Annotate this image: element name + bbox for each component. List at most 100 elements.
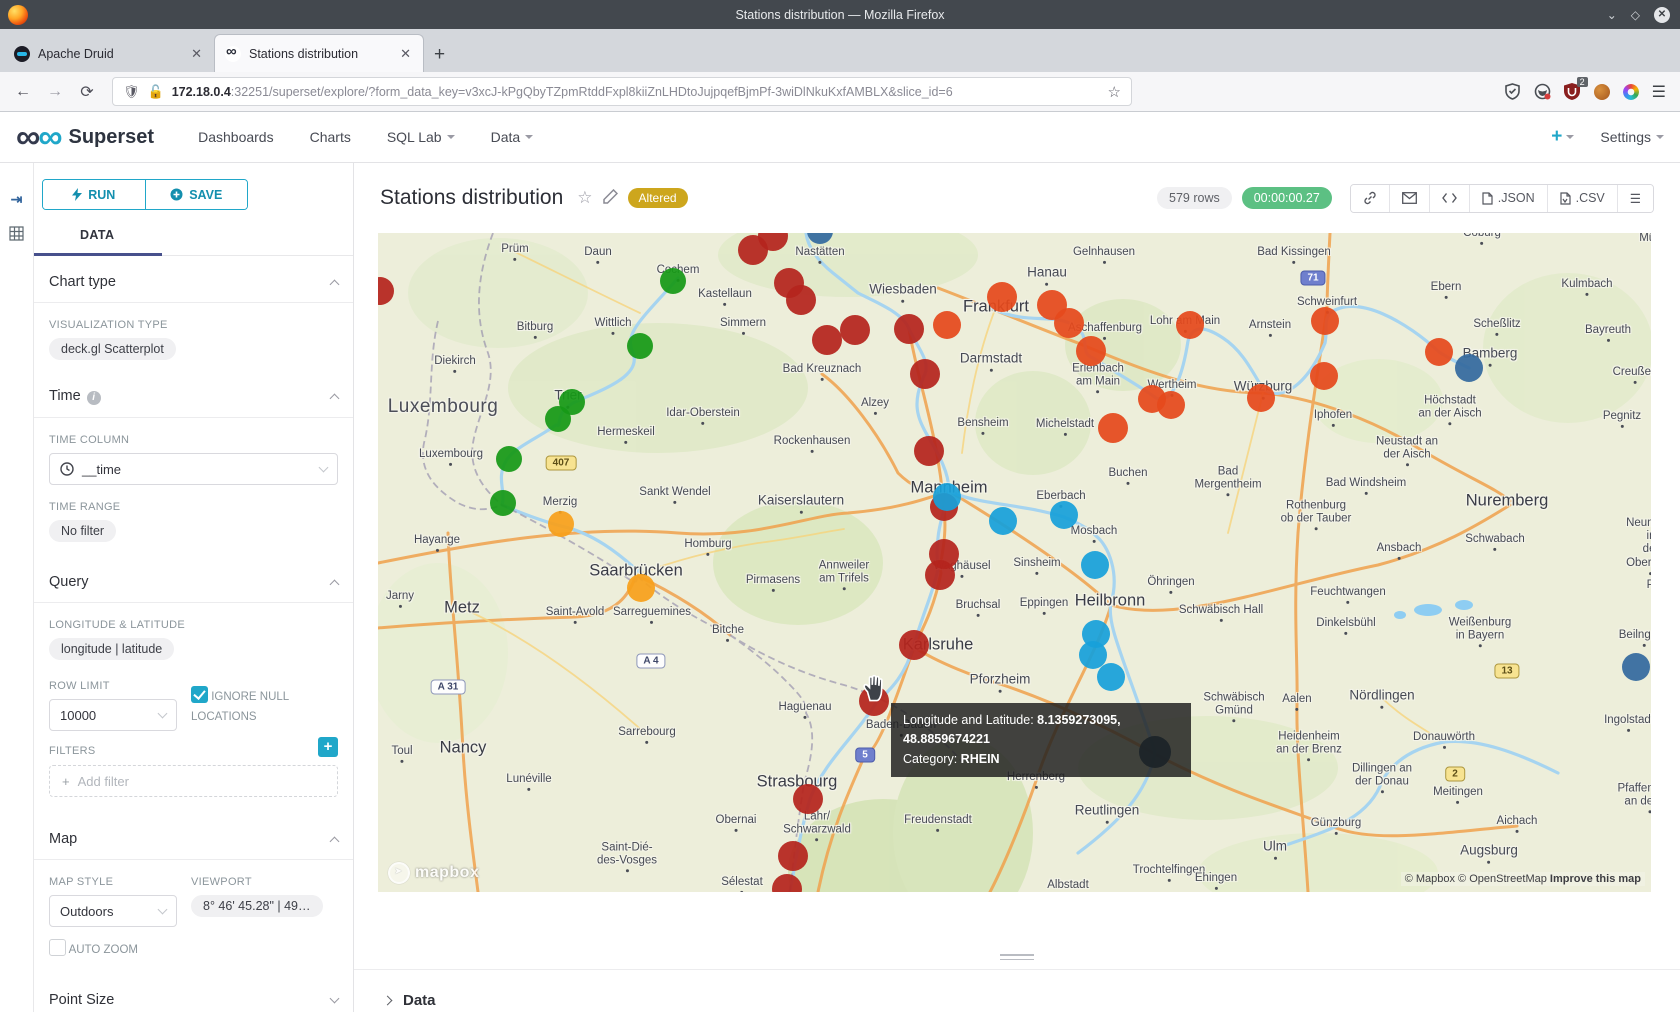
station-point-green[interactable] [660, 268, 686, 294]
extension-pinwheel-icon[interactable] [1623, 84, 1639, 100]
station-point-blue[interactable] [933, 483, 961, 511]
section-point-size[interactable]: Point Size [49, 974, 338, 1012]
row-limit-select[interactable]: 10000 [49, 699, 177, 731]
add-filter-box[interactable]: + Add filter [49, 765, 338, 797]
station-point-orangered[interactable] [933, 311, 961, 339]
section-query[interactable]: Query [49, 556, 338, 602]
station-point-blue[interactable] [1081, 551, 1109, 579]
nav-sql-lab[interactable]: SQL Lab [387, 129, 455, 145]
email-button[interactable] [1389, 185, 1429, 212]
more-options-button[interactable]: ☰ [1617, 185, 1653, 212]
ignore-null-checkbox[interactable] [191, 686, 208, 703]
lonlat-value[interactable]: longitude | latitude [49, 638, 174, 660]
station-point-crimson[interactable] [793, 784, 823, 814]
nav-dashboards[interactable]: Dashboards [198, 129, 274, 145]
tab-close-icon[interactable]: ✕ [398, 46, 413, 62]
ublock-icon[interactable]: 2 [1564, 83, 1581, 100]
lock-insecure-icon[interactable]: 🔓 [148, 84, 164, 100]
export-json-button[interactable]: .JSON [1469, 185, 1547, 212]
add-filter-plus-button[interactable]: + [318, 737, 338, 757]
viewport-value[interactable]: 8° 46' 45.28" | 49… [191, 895, 323, 917]
nav-data[interactable]: Data [491, 129, 534, 145]
deckgl-map[interactable]: PrümDaunCochemKastellaunBitburgWittlichS… [378, 233, 1651, 892]
bookmark-star-icon[interactable]: ☆ [1108, 83, 1121, 101]
save-button[interactable]: SAVE [145, 180, 248, 209]
station-point-orangered[interactable] [1311, 307, 1339, 335]
station-point-crimson[interactable] [778, 841, 808, 871]
dataset-grid-icon[interactable] [9, 226, 24, 244]
station-point-crimson[interactable] [894, 314, 924, 344]
improve-map-link[interactable]: Improve this map [1550, 873, 1641, 885]
station-point-steel[interactable] [1622, 653, 1650, 681]
auto-zoom-checkbox[interactable] [49, 939, 66, 956]
station-point-crimson[interactable] [925, 560, 955, 590]
altered-badge[interactable]: Altered [628, 188, 688, 208]
embed-code-button[interactable] [1429, 185, 1469, 212]
tab-stations-distribution[interactable]: Stations distribution ✕ [214, 34, 424, 72]
station-point-crimson[interactable] [786, 285, 816, 315]
privacy-mask-icon[interactable] [1534, 83, 1551, 100]
map-style-select[interactable]: Outdoors [49, 895, 177, 927]
station-point-green[interactable] [490, 490, 516, 516]
station-point-green[interactable] [496, 446, 522, 472]
cookie-icon[interactable] [1594, 84, 1610, 100]
station-point-orangered[interactable] [1247, 384, 1275, 412]
station-point-orange[interactable] [627, 574, 655, 602]
station-point-orangered[interactable] [987, 282, 1017, 312]
station-point-orangered[interactable] [1076, 336, 1106, 366]
station-point-orangered[interactable] [1176, 311, 1204, 339]
forward-button[interactable]: → [42, 83, 68, 101]
station-point-green[interactable] [545, 406, 571, 432]
section-chart-type[interactable]: Chart type [49, 256, 338, 302]
reload-button[interactable]: ⟳ [74, 82, 100, 102]
station-point-orangered[interactable] [1310, 362, 1338, 390]
back-button[interactable]: ← [10, 83, 36, 101]
station-point-green[interactable] [627, 333, 653, 359]
station-point-crimson[interactable] [910, 359, 940, 389]
shield-icon[interactable]: 🛡 [123, 84, 140, 100]
url-bar[interactable]: 🛡 🔓 172.18.0.4:32251/superset/explore/?f… [112, 77, 1132, 106]
nav-charts[interactable]: Charts [310, 129, 351, 145]
time-column-select[interactable]: __time [49, 453, 338, 485]
station-point-blue[interactable] [989, 507, 1017, 535]
add-new-button[interactable]: + [1551, 126, 1574, 148]
mapbox-logo[interactable]: mapbox [388, 862, 479, 884]
tab-data[interactable]: DATA [80, 228, 114, 242]
station-point-orangered[interactable] [1054, 308, 1084, 338]
settings-menu[interactable]: Settings [1600, 129, 1664, 145]
favorite-star-icon[interactable]: ☆ [577, 188, 592, 208]
attribution-text[interactable]: © Mapbox © OpenStreetMap [1405, 873, 1550, 885]
collapse-panel-icon[interactable]: ⇥ [11, 191, 23, 208]
pocket-shield-icon[interactable] [1504, 83, 1521, 100]
station-point-steel[interactable] [1455, 354, 1483, 382]
edit-properties-icon[interactable] [603, 189, 618, 207]
station-point-crimson[interactable] [812, 325, 842, 355]
window-close-button[interactable]: ✕ [1654, 7, 1670, 23]
station-point-orangered[interactable] [1425, 338, 1453, 366]
tab-close-icon[interactable]: ✕ [189, 46, 204, 62]
station-point-orange[interactable] [548, 511, 574, 537]
superset-logo[interactable]: ∞∞ Superset [16, 122, 154, 152]
station-point-blue[interactable] [1097, 663, 1125, 691]
station-point-crimson[interactable] [914, 436, 944, 466]
station-point-blue[interactable] [1050, 501, 1078, 529]
station-point-orangered[interactable] [1157, 391, 1185, 419]
run-button[interactable]: RUN [43, 180, 145, 209]
section-map[interactable]: Map [49, 813, 338, 859]
export-csv-button[interactable]: .CSV [1547, 185, 1617, 212]
station-point-orangered[interactable] [1098, 413, 1128, 443]
window-minimize-button[interactable]: ⌄ [1607, 8, 1617, 22]
url-text[interactable]: 172.18.0.4:32251/superset/explore/?form_… [172, 85, 1100, 99]
tab-apache-druid[interactable]: Apache Druid ✕ [4, 36, 214, 72]
window-maximize-button[interactable]: ◇ [1631, 8, 1640, 22]
section-time[interactable]: Timei [49, 370, 338, 417]
viz-type-value[interactable]: deck.gl Scatterplot [49, 338, 176, 360]
time-range-value[interactable]: No filter [49, 520, 116, 542]
station-point-crimson[interactable] [840, 315, 870, 345]
menu-icon[interactable]: ☰ [1652, 82, 1666, 102]
copy-link-button[interactable] [1351, 185, 1389, 212]
data-results-panel[interactable]: Data [354, 969, 1680, 1009]
resize-drag-handle[interactable] [1000, 951, 1034, 963]
station-point-crimson[interactable] [899, 630, 929, 660]
new-tab-button[interactable]: + [434, 44, 445, 66]
